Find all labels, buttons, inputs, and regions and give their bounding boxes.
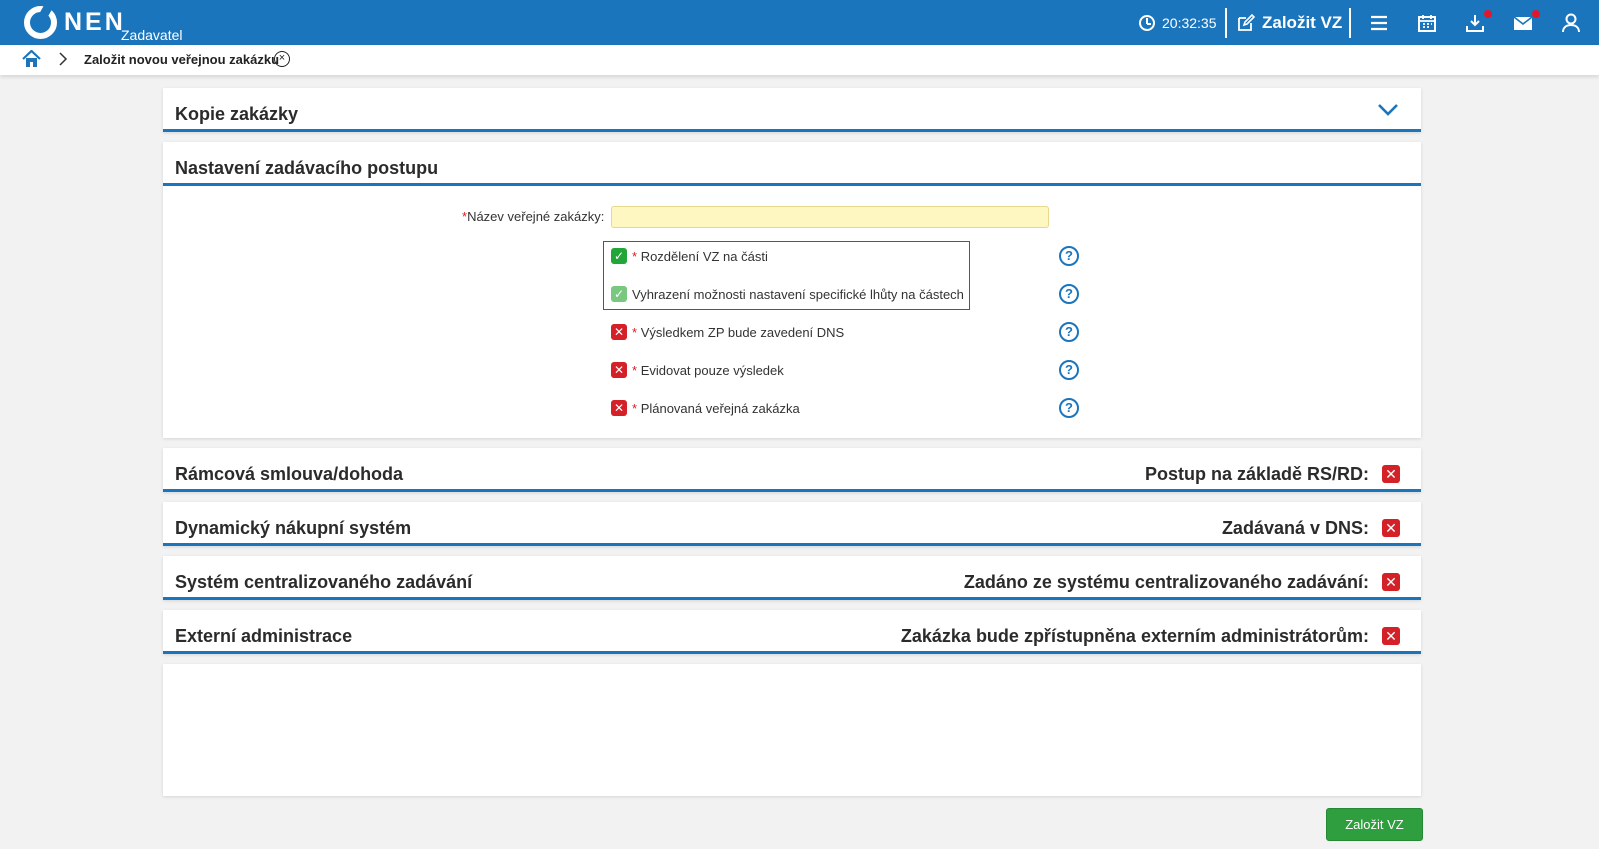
external-toggle-label: Zakázka bude zpřístupněna externím admin… xyxy=(900,626,1369,646)
option-label: * Výsledkem ZP bude zavedení DNS xyxy=(632,325,845,340)
home-icon[interactable] xyxy=(22,50,41,68)
calendar-icon[interactable] xyxy=(1416,12,1438,34)
help-icon[interactable]: ? xyxy=(1059,322,1079,342)
chevron-down-icon[interactable] xyxy=(1377,103,1399,117)
checkbox-checked[interactable]: ✓ xyxy=(611,286,627,302)
checkbox-unchecked[interactable]: ✕ xyxy=(611,400,627,416)
framework-toggle[interactable]: ✕ xyxy=(1382,465,1400,483)
copy-section-title: Kopie zakázky xyxy=(175,104,299,124)
clock-icon xyxy=(1139,15,1155,31)
dns-section-title: Dynamický nákupní systém xyxy=(175,518,412,538)
help-icon[interactable]: ? xyxy=(1059,398,1079,418)
framework-section: Rámcová smlouva/dohoda Postup na základě… xyxy=(163,448,1421,492)
central-section-title: Systém centralizovaného zadávání xyxy=(175,572,473,592)
name-field-label: *Název veřejné zakázky: xyxy=(462,209,605,224)
option-label: Vyhrazení možnosti nastavení specifické … xyxy=(632,287,964,302)
user-icon[interactable] xyxy=(1560,12,1582,34)
chevron-right-icon xyxy=(59,52,68,66)
settings-section-title: Nastavení zadávacího postupu xyxy=(175,158,439,178)
breadcrumb-current: Založit novou veřejnou zakázku xyxy=(84,52,280,67)
dns-toggle[interactable]: ✕ xyxy=(1382,519,1400,537)
brand-role: Zadavatel xyxy=(121,27,183,43)
framework-section-title: Rámcová smlouva/dohoda xyxy=(175,464,404,484)
central-section-header: Systém centralizovaného zadávání Zadáno … xyxy=(163,556,1421,600)
create-vz-button[interactable]: Založit VZ xyxy=(1262,13,1342,33)
help-icon[interactable]: ? xyxy=(1059,360,1079,380)
submit-create-vz-button[interactable]: Založit VZ xyxy=(1326,808,1423,841)
option-label: * Rozdělení VZ na části xyxy=(632,249,768,264)
download-icon[interactable] xyxy=(1464,12,1486,34)
mail-notification-dot xyxy=(1532,10,1540,18)
framework-section-header: Rámcová smlouva/dohoda Postup na základě… xyxy=(163,448,1421,492)
central-section: Systém centralizovaného zadávání Zadáno … xyxy=(163,556,1421,600)
central-toggle-label: Zadáno ze systému centralizovaného zadáv… xyxy=(963,572,1369,592)
top-bar: NEN Zadavatel 20:32:35 Založit VZ xyxy=(0,0,1599,45)
option-label: * Evidovat pouze výsledek xyxy=(632,363,784,378)
external-section-title: Externí administrace xyxy=(175,626,353,646)
external-section-header: Externí administrace Zakázka bude zpříst… xyxy=(163,610,1421,654)
edit-icon[interactable] xyxy=(1237,14,1255,32)
copy-section: Kopie zakázky xyxy=(163,88,1421,132)
nen-logo-icon[interactable] xyxy=(24,6,57,39)
help-icon[interactable]: ? xyxy=(1059,246,1079,266)
dns-section: Dynamický nákupní systém Zadávaná v DNS:… xyxy=(163,502,1421,546)
option-label: * Plánovaná veřejná zakázka xyxy=(632,401,800,416)
download-notification-dot xyxy=(1484,10,1492,18)
checkbox-checked[interactable]: ✓ xyxy=(611,248,627,264)
external-toggle[interactable]: ✕ xyxy=(1382,627,1400,645)
empty-panel xyxy=(163,664,1421,796)
breadcrumb: Založit novou veřejnou zakázku × xyxy=(0,45,1599,75)
menu-icon[interactable] xyxy=(1368,12,1390,34)
divider xyxy=(1225,8,1227,38)
close-tab-icon[interactable]: × xyxy=(274,51,290,67)
help-icon[interactable]: ? xyxy=(1059,284,1079,304)
name-input[interactable] xyxy=(611,206,1049,228)
copy-section-header[interactable]: Kopie zakázky xyxy=(163,88,1421,132)
mail-icon[interactable] xyxy=(1512,12,1534,34)
checkbox-unchecked[interactable]: ✕ xyxy=(611,324,627,340)
external-section: Externí administrace Zakázka bude zpříst… xyxy=(163,610,1421,654)
checkbox-unchecked[interactable]: ✕ xyxy=(611,362,627,378)
dns-toggle-label: Zadávaná v DNS: xyxy=(1221,518,1369,538)
framework-toggle-label: Postup na základě RS/RD: xyxy=(1144,464,1369,484)
central-toggle[interactable]: ✕ xyxy=(1382,573,1400,591)
settings-section-header: Nastavení zadávacího postupu xyxy=(163,142,1421,186)
divider xyxy=(1349,8,1351,38)
brand-name[interactable]: NEN xyxy=(64,8,126,37)
dns-section-header: Dynamický nákupní systém Zadávaná v DNS:… xyxy=(163,502,1421,546)
session-time: 20:32:35 xyxy=(1162,15,1217,31)
